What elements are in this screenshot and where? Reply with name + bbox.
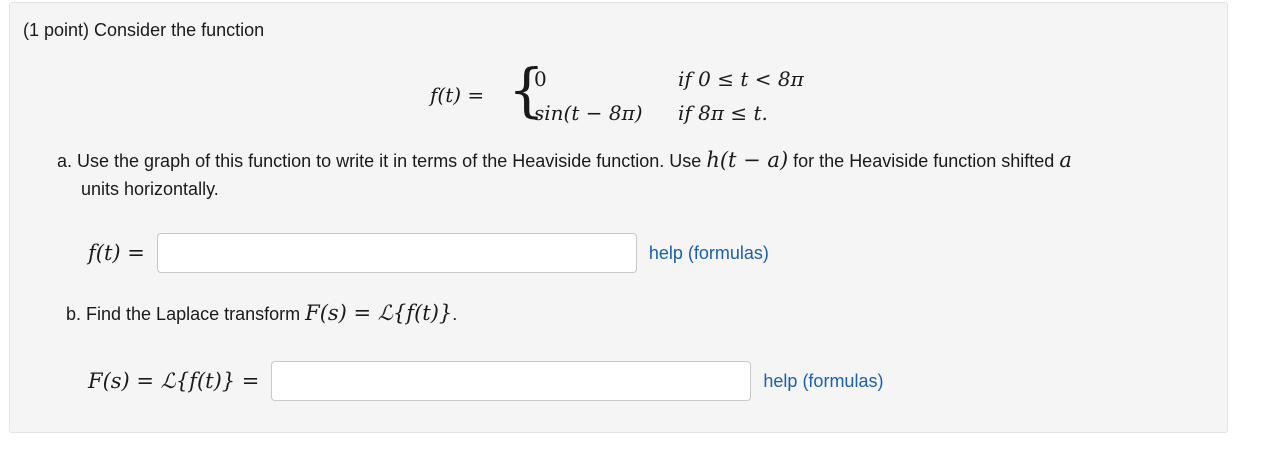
answer-row-a: f(t) = help (formulas) bbox=[88, 233, 769, 273]
problem-container: (1 point) Consider the function f(t) = {… bbox=[9, 2, 1228, 433]
help-formulas-link-b[interactable]: help (formulas) bbox=[763, 371, 883, 392]
case1-condition: if 0 ≤ t < 8π bbox=[678, 67, 804, 91]
case2-condition: if 8π ≤ t. bbox=[678, 101, 768, 125]
part-a-text-middle: for the Heaviside function shifted bbox=[788, 151, 1060, 171]
part-b-instructions: b. Find the Laplace transform F(s) = ℒ{f… bbox=[66, 301, 457, 325]
answer-b-input[interactable] bbox=[271, 361, 752, 401]
case2-value: sin(t − 8π) bbox=[534, 101, 643, 125]
heaviside-notation: h(t − a) bbox=[706, 148, 789, 172]
part-a-instructions: a. Use the graph of this function to wri… bbox=[57, 146, 1207, 203]
problem-intro: (1 point) Consider the function bbox=[23, 20, 265, 40]
answer-a-label: f(t) = bbox=[88, 241, 145, 265]
shift-variable: a bbox=[1059, 148, 1072, 172]
function-lhs: f(t) = bbox=[430, 83, 485, 107]
part-a-text-before: a. Use the graph of this function to wri… bbox=[57, 151, 707, 171]
answer-a-input[interactable] bbox=[156, 233, 637, 273]
help-formulas-link-a[interactable]: help (formulas) bbox=[649, 243, 769, 264]
case1-value: 0 bbox=[534, 67, 547, 91]
part-a-text-after: units horizontally. bbox=[81, 179, 219, 199]
part-b-period: . bbox=[452, 304, 458, 324]
answer-row-b: F(s) = ℒ{f(t)} = help (formulas) bbox=[88, 361, 883, 401]
answer-b-label: F(s) = ℒ{f(t)} = bbox=[88, 369, 260, 393]
laplace-notation: F(s) = ℒ{f(t)} bbox=[305, 301, 453, 325]
part-b-text: b. Find the Laplace transform bbox=[66, 304, 306, 324]
